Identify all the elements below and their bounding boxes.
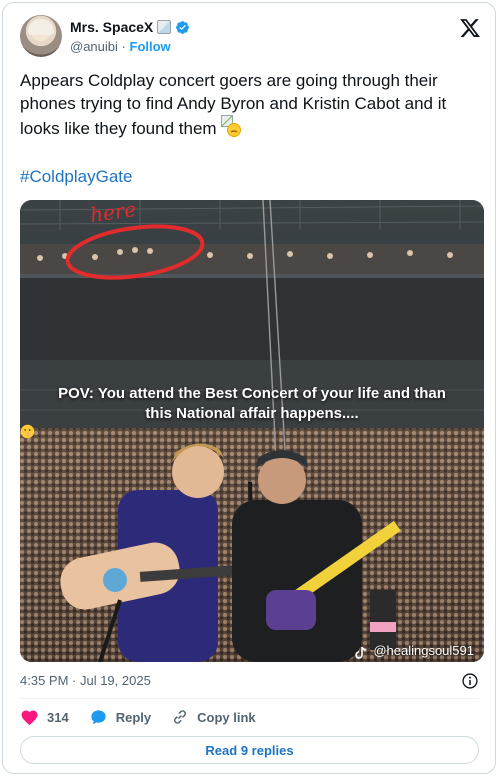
handle[interactable]: @anuibi bbox=[70, 39, 118, 54]
like-button[interactable]: 314 bbox=[20, 708, 69, 727]
reply-icon bbox=[91, 709, 106, 724]
like-count: 314 bbox=[47, 709, 69, 725]
link-icon bbox=[174, 710, 187, 724]
media-caption-line-2: this National affair happens.... bbox=[145, 405, 359, 422]
x-logo-icon[interactable] bbox=[459, 17, 481, 39]
hashtag-link[interactable]: #ColdplayGate bbox=[20, 167, 132, 187]
heart-icon bbox=[21, 710, 38, 725]
separator: · bbox=[121, 39, 126, 54]
copy-link-label: Copy link bbox=[197, 709, 256, 725]
reply-button[interactable]: Reply bbox=[89, 708, 151, 727]
verified-icon bbox=[176, 20, 190, 34]
media-caption-line-1: POV: You attend the Best Concert of your… bbox=[58, 385, 446, 402]
read-replies-button[interactable]: Read 9 replies bbox=[20, 736, 479, 764]
display-name[interactable]: Mrs. SpaceX bbox=[70, 19, 153, 35]
media-watermark: @healingsoul591 bbox=[373, 643, 474, 658]
tweet-card: Mrs. SpaceX @anuibi · Follow Appears Col… bbox=[2, 2, 496, 774]
copy-link-button[interactable]: Copy link bbox=[171, 708, 256, 726]
shushing-face-icon bbox=[221, 115, 243, 137]
shushing-face-icon bbox=[20, 424, 35, 439]
divider bbox=[20, 698, 479, 699]
avatar[interactable] bbox=[20, 15, 62, 57]
tweet-text: Appears Coldplay concert goers are going… bbox=[20, 69, 482, 140]
broken-image-icon bbox=[157, 20, 172, 34]
info-icon[interactable] bbox=[461, 672, 479, 690]
timestamp[interactable]: 4:35 PM · Jul 19, 2025 bbox=[20, 673, 151, 688]
reply-label: Reply bbox=[115, 709, 152, 725]
follow-link[interactable]: Follow bbox=[130, 39, 171, 54]
media-caption: POV: You attend the Best Concert of your… bbox=[20, 384, 484, 439]
action-bar: 314 Reply Copy link bbox=[20, 706, 256, 728]
tweet-header: Mrs. SpaceX @anuibi · Follow bbox=[20, 15, 481, 61]
tweet-media[interactable]: here POV: You attend the Best Concert of… bbox=[20, 200, 484, 662]
